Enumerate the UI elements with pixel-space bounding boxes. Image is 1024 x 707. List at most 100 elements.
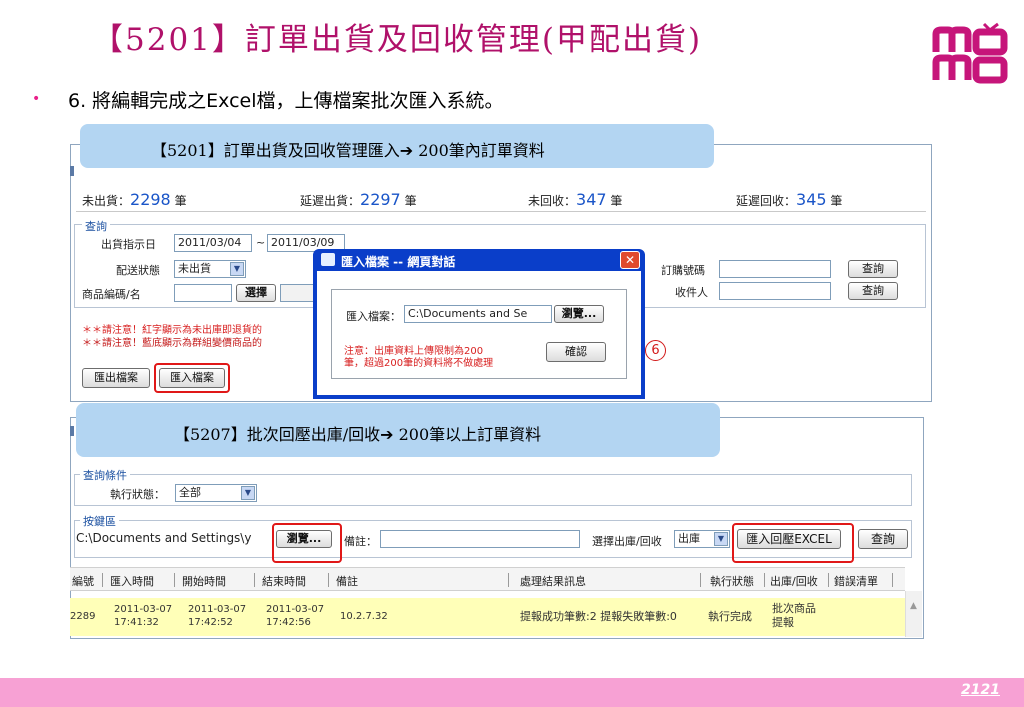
- stat-label: 延遲出貨：: [300, 194, 361, 208]
- col-end-time: 結束時間: [262, 575, 306, 588]
- col-divider: [700, 573, 701, 587]
- step-marker: 6: [645, 340, 666, 361]
- table-header: 編號 匯入時間 開始時間 結束時間 備註 處理結果訊息 執行狀態 出庫/回收 錯…: [70, 567, 905, 591]
- cell-import-date: 2011-03-07: [114, 604, 173, 615]
- stat-unit: 筆: [404, 194, 417, 208]
- bullet-dot: •: [32, 91, 41, 107]
- browser-icon: [321, 253, 335, 266]
- select-button[interactable]: 選擇: [236, 284, 276, 302]
- export-file-button[interactable]: 匯出檔案: [82, 368, 150, 388]
- col-divider: [764, 573, 765, 587]
- scroll-up-icon[interactable]: ▲: [905, 598, 922, 615]
- direction-label: 選擇出庫/回收: [592, 535, 662, 548]
- ship-date-label: 出貨指示日: [101, 238, 156, 251]
- remark-input[interactable]: [380, 530, 580, 548]
- order-no-input[interactable]: [719, 260, 831, 278]
- stat-value: 2298: [130, 190, 171, 209]
- stat-unit: 筆: [610, 194, 623, 208]
- date-separator: ~: [256, 236, 266, 249]
- col-result: 處理結果訊息: [520, 575, 586, 588]
- product-name-input[interactable]: [280, 284, 314, 302]
- stat-label: 未出貨：: [82, 194, 131, 208]
- panel1-callout: 【5201】訂單出貨及回收管理匯入➔ 200筆內訂單資料: [80, 124, 714, 168]
- exec-status-value: 全部: [179, 486, 201, 499]
- panel-marker: [70, 426, 74, 436]
- dialog-body: 匯入檔案： C:\Documents and Se 瀏覽... 注意：出庫資料上…: [317, 271, 641, 395]
- col-start-time: 開始時間: [182, 575, 226, 588]
- recipient-input[interactable]: [719, 282, 831, 300]
- divider: [76, 211, 926, 212]
- col-import-time: 匯入時間: [110, 575, 154, 588]
- col-divider: [174, 573, 175, 587]
- col-error-list: 錯誤清單: [834, 575, 878, 588]
- col-divider: [102, 573, 103, 587]
- stat-unit: 筆: [174, 194, 187, 208]
- file-label: 匯入檔案：: [346, 310, 401, 323]
- conditions-legend: 查詢條件: [80, 467, 130, 483]
- cell-direction-line2: 提報: [772, 616, 794, 629]
- chevron-down-icon: ▼: [714, 532, 728, 546]
- stat-value: 345: [796, 190, 827, 209]
- query-legend: 查詢: [82, 218, 110, 234]
- col-divider: [254, 573, 255, 587]
- col-divider: [328, 573, 329, 587]
- close-icon[interactable]: ✕: [620, 251, 640, 269]
- cell-remark: 10.2.7.32: [340, 611, 388, 622]
- batch-query-button[interactable]: 查詢: [858, 529, 908, 549]
- stat-value: 347: [576, 190, 607, 209]
- col-divider: [828, 573, 829, 587]
- cell-start-time: 17:42:52: [188, 617, 233, 628]
- confirm-button[interactable]: 確認: [546, 342, 606, 362]
- panel1-callout-text: 【5201】訂單出貨及回收管理匯入➔ 200筆內訂單資料: [151, 141, 545, 160]
- remark-label: 備註：: [344, 535, 377, 548]
- cell-import-time: 17:41:32: [114, 617, 159, 628]
- momo-logo: [932, 22, 1008, 84]
- status-label: 配送狀態: [116, 264, 160, 277]
- note-blue: ＊＊請注意！藍底顯示為群組變價商品的: [82, 338, 262, 349]
- product-input[interactable]: [174, 284, 232, 302]
- recipient-label: 收件人: [675, 286, 708, 299]
- direction-select[interactable]: 出庫 ▼: [674, 530, 730, 548]
- stat-unshipped: 未出貨：2298 筆: [82, 190, 187, 209]
- cell-direction-line1: 批次商品: [772, 602, 816, 615]
- panel-marker: [70, 166, 74, 176]
- import-excel-button[interactable]: 匯入回壓EXCEL: [737, 529, 841, 549]
- import-file-button[interactable]: 匯入檔案: [159, 368, 225, 388]
- date-from-input[interactable]: 2011/03/04: [174, 234, 252, 252]
- panel2-callout: 【5207】批次回壓出庫/回收➔ 200筆以上訂單資料: [76, 403, 720, 457]
- browse-button[interactable]: 瀏覽...: [554, 305, 604, 323]
- stat-label: 未回收：: [528, 194, 577, 208]
- file-path-input[interactable]: C:\Documents and Se: [404, 305, 552, 323]
- stat-unit: 筆: [830, 194, 843, 208]
- table-row[interactable]: 2289 2011-03-07 17:41:32 2011-03-07 17:4…: [70, 598, 905, 636]
- stat-label: 延遲回收：: [736, 194, 797, 208]
- footer-bar: [0, 678, 1024, 707]
- step-description: 6. 將編輯完成之Excel檔，上傳檔案批次匯入系統。: [68, 90, 504, 112]
- stat-delayed: 延遲出貨：2297 筆: [300, 190, 417, 209]
- stat-value: 2297: [360, 190, 401, 209]
- status-select[interactable]: 未出貨 ▼: [174, 260, 246, 278]
- chevron-down-icon: ▼: [230, 262, 244, 276]
- query-button-order[interactable]: 查詢: [848, 260, 898, 278]
- product-label: 商品編碼/名: [82, 288, 141, 301]
- stat-unreturned: 未回收：347 筆: [528, 190, 622, 209]
- panel2-callout-text: 【5207】批次回壓出庫/回收➔ 200筆以上訂單資料: [174, 425, 542, 444]
- page-number: 2121: [961, 682, 1000, 698]
- col-divider: [892, 573, 893, 587]
- stat-delayed-return: 延遲回收：345 筆: [736, 190, 842, 209]
- query-button-recipient[interactable]: 查詢: [848, 282, 898, 300]
- direction-select-value: 出庫: [678, 532, 700, 545]
- buttons-legend: 按鍵區: [80, 513, 119, 529]
- order-no-label: 訂購號碼: [661, 264, 705, 277]
- batch-file-path[interactable]: C:\Documents and Settings\y: [76, 531, 272, 545]
- page-title: 【5201】訂單出貨及回收管理(甲配出貨): [92, 22, 703, 58]
- batch-browse-button[interactable]: 瀏覽...: [276, 530, 332, 548]
- import-dialog: 匯入檔案 -- 網頁對話 ✕ 匯入檔案： C:\Documents and Se…: [313, 249, 645, 399]
- exec-status-select[interactable]: 全部 ▼: [175, 484, 257, 502]
- cell-status: 執行完成: [708, 610, 752, 623]
- cell-result: 提報成功筆數:2 提報失敗筆數:0: [520, 610, 677, 623]
- dialog-title: 匯入檔案 -- 網頁對話: [341, 255, 456, 269]
- col-direction: 出庫/回收: [770, 575, 818, 588]
- col-remark: 備註: [336, 575, 358, 588]
- col-divider: [508, 573, 509, 587]
